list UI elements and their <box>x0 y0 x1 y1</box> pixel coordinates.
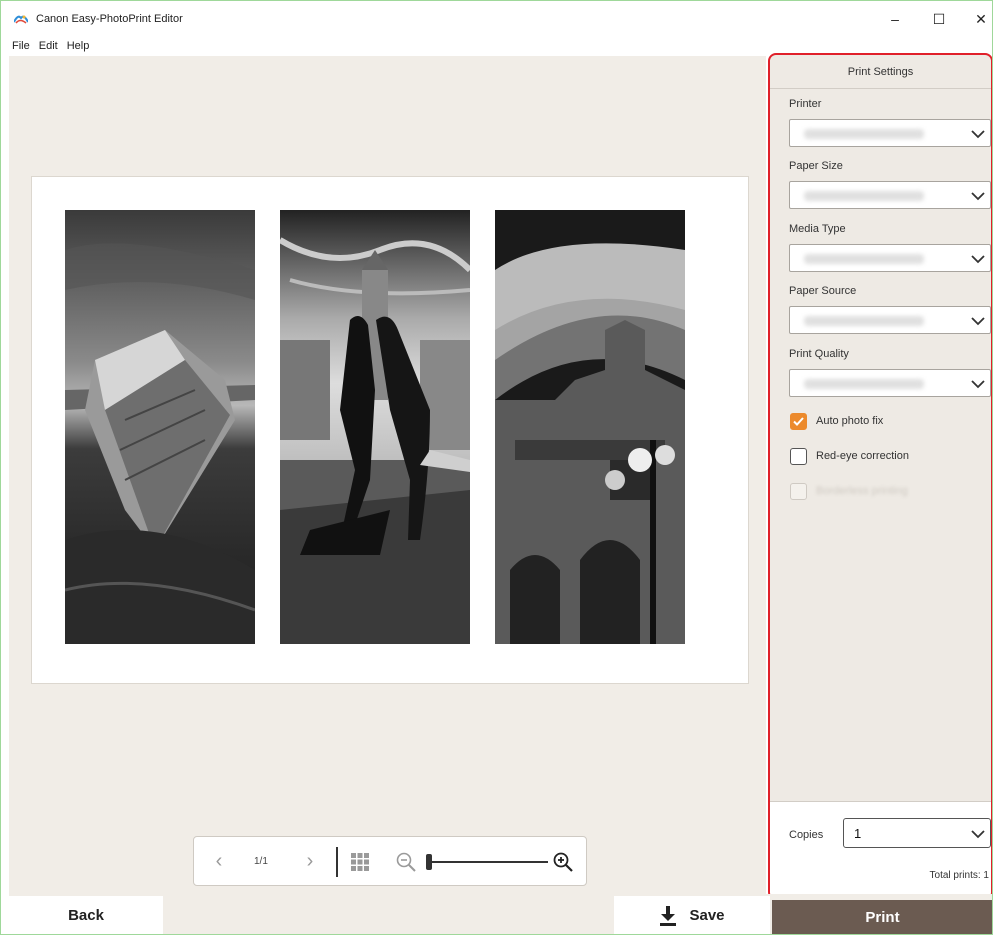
save-button[interactable]: Save <box>614 896 770 935</box>
paper-source-select[interactable] <box>789 306 991 334</box>
borderless-printing-option: Borderless printing <box>790 481 908 501</box>
boat-photo[interactable] <box>65 210 255 644</box>
checkmark-icon <box>793 416 804 426</box>
dancers-photo[interactable] <box>280 210 470 644</box>
download-icon <box>660 905 677 926</box>
chevron-down-icon <box>971 255 985 264</box>
red-eye-correction-label: Red-eye correction <box>816 450 909 462</box>
chevron-down-icon <box>971 192 985 201</box>
red-eye-correction-checkbox[interactable] <box>790 447 807 465</box>
total-prints: Total prints: 1 <box>929 870 989 881</box>
chevron-down-icon <box>971 317 985 326</box>
minimize-button[interactable]: – <box>882 8 908 30</box>
copies-label: Copies <box>789 829 824 841</box>
printer-label: Printer <box>789 98 822 110</box>
zoom-slider-thumb[interactable] <box>426 854 432 870</box>
select-value-placeholder <box>804 254 924 264</box>
auto-photo-fix-option[interactable]: Auto photo fix <box>790 411 883 431</box>
zoom-in-icon[interactable] <box>552 851 574 873</box>
boat-photo-image <box>65 210 255 644</box>
zoom-slider-track <box>428 861 548 863</box>
close-button[interactable]: ✕ <box>968 8 993 30</box>
close-icon: ✕ <box>975 10 987 27</box>
page-indicator: 1/1 <box>254 856 268 867</box>
chevron-down-icon <box>971 830 985 839</box>
red-eye-correction-option[interactable]: Red-eye correction <box>790 446 909 466</box>
next-page-button[interactable]: › <box>298 849 322 873</box>
preview-navigation-bar: ‹ 1/1 › <box>193 836 587 886</box>
auto-photo-fix-label: Auto photo fix <box>816 415 884 427</box>
menu-file[interactable]: File <box>12 40 30 52</box>
printer-select[interactable] <box>789 119 991 147</box>
menu-help[interactable]: Help <box>67 40 90 52</box>
paper-size-label: Paper Size <box>789 160 843 172</box>
menu-edit[interactable]: Edit <box>39 40 58 52</box>
borderless-printing-checkbox <box>790 482 807 500</box>
paper-size-select[interactable] <box>789 181 991 209</box>
panel-title: Print Settings <box>770 55 991 89</box>
print-button-label: Print <box>865 909 900 926</box>
copies-select[interactable]: 1 <box>843 818 991 848</box>
zoom-slider[interactable] <box>426 853 548 871</box>
save-button-label: Save <box>689 907 725 924</box>
minimize-icon: – <box>891 11 899 27</box>
maximize-button[interactable]: ☐ <box>926 8 952 30</box>
zoom-out-icon[interactable] <box>395 851 417 873</box>
toolbar-divider <box>336 847 338 877</box>
preview-canvas <box>9 56 766 894</box>
select-value-placeholder <box>804 316 924 326</box>
maximize-icon: ☐ <box>932 10 946 27</box>
select-value-placeholder <box>804 129 924 139</box>
window-title: Canon Easy-PhotoPrint Editor <box>36 13 183 25</box>
cathedral-photo-image <box>495 210 685 644</box>
select-value-placeholder <box>804 191 924 201</box>
back-button-label: Back <box>68 907 104 924</box>
auto-photo-fix-checkbox[interactable] <box>790 412 807 430</box>
media-type-select[interactable] <box>789 244 991 272</box>
select-value-placeholder <box>804 379 924 389</box>
chevron-down-icon <box>971 380 985 389</box>
back-button[interactable]: Back <box>9 896 163 935</box>
borderless-printing-label: Borderless printing <box>816 485 908 497</box>
print-page-preview <box>31 176 749 684</box>
dancers-photo-image <box>280 210 470 644</box>
chevron-down-icon <box>971 130 985 139</box>
print-settings-panel: Print Settings Printer Paper Size Media … <box>768 53 993 900</box>
app-logo-icon <box>14 15 28 24</box>
media-type-label: Media Type <box>789 223 846 235</box>
previous-page-button[interactable]: ‹ <box>207 849 231 873</box>
title-bar: Canon Easy-PhotoPrint Editor – ☐ ✕ <box>0 0 993 36</box>
print-quality-label: Print Quality <box>789 348 849 360</box>
copies-section: Copies 1 Total prints: 1 <box>770 801 991 898</box>
copies-value: 1 <box>854 826 862 841</box>
grid-view-icon[interactable] <box>350 852 370 872</box>
paper-source-label: Paper Source <box>789 285 857 297</box>
cathedral-photo[interactable] <box>495 210 685 644</box>
chevron-left-icon: ‹ <box>215 849 223 872</box>
chevron-right-icon: › <box>306 849 314 872</box>
print-button[interactable]: Print <box>772 900 993 935</box>
print-quality-select[interactable] <box>789 369 991 397</box>
